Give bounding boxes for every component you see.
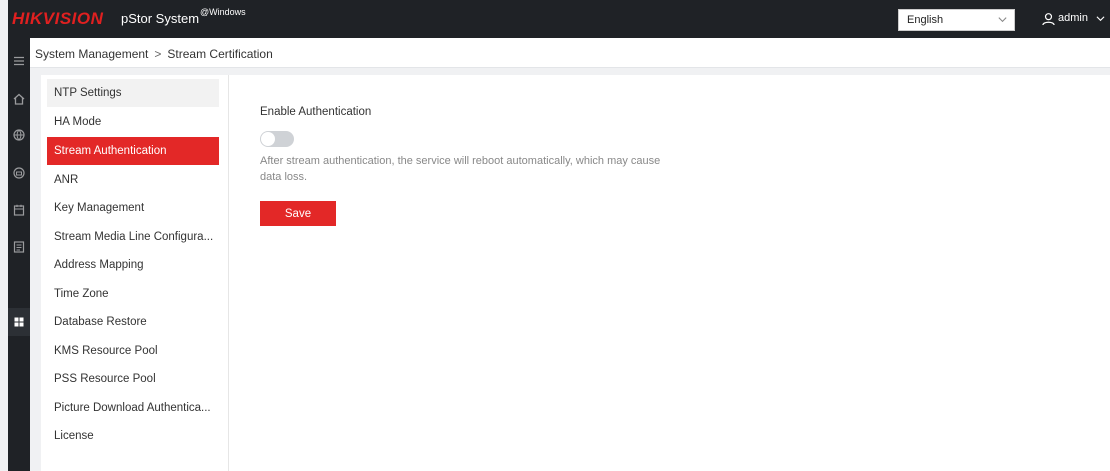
chevron-down-icon bbox=[998, 17, 1007, 23]
calendar-icon[interactable] bbox=[12, 203, 26, 217]
language-value: English bbox=[907, 14, 944, 26]
printer-icon[interactable] bbox=[12, 166, 26, 180]
reboot-warning-text: After stream authentication, the service… bbox=[260, 155, 661, 183]
globe-icon[interactable] bbox=[12, 128, 26, 142]
side-nav bbox=[8, 38, 30, 471]
user-name: admin bbox=[1058, 12, 1088, 24]
menu-item-stream-authentication[interactable]: Stream Authentication bbox=[47, 137, 219, 165]
language-select[interactable]: English bbox=[898, 9, 1015, 31]
app-title: pStor System bbox=[121, 11, 200, 26]
brand-logo: HIKVISION bbox=[12, 9, 104, 28]
app-subtitle: @Windows bbox=[200, 7, 246, 17]
breadcrumb: System Management > Stream Certification bbox=[30, 38, 1110, 68]
enable-authentication-toggle[interactable] bbox=[260, 131, 294, 147]
menu-item-database-restore[interactable]: Database Restore bbox=[47, 308, 219, 336]
list-icon[interactable] bbox=[12, 240, 26, 254]
home-icon[interactable] bbox=[12, 92, 26, 106]
grid-icon[interactable] bbox=[12, 315, 26, 329]
breadcrumb-parent[interactable]: System Management bbox=[35, 47, 148, 61]
breadcrumb-current: Stream Certification bbox=[167, 47, 273, 61]
menu-item-picture-download-auth[interactable]: Picture Download Authentica... bbox=[47, 394, 219, 422]
user-icon bbox=[1042, 13, 1055, 26]
menu-item-anr[interactable]: ANR bbox=[47, 166, 219, 194]
menu-item-address-mapping[interactable]: Address Mapping bbox=[47, 251, 219, 279]
save-button[interactable]: Save bbox=[260, 201, 336, 226]
top-bar: HIKVISION pStor System @Windows English … bbox=[8, 0, 1110, 38]
content-panel: Enable Authentication After stream authe… bbox=[229, 75, 1110, 471]
menu-item-ha-mode[interactable]: HA Mode bbox=[47, 108, 219, 136]
menu-item-ntp-settings[interactable]: NTP Settings bbox=[47, 79, 219, 107]
menu-icon[interactable] bbox=[12, 54, 26, 68]
enable-authentication-label: Enable Authentication bbox=[260, 106, 372, 118]
menu-item-kms-resource-pool[interactable]: KMS Resource Pool bbox=[47, 337, 219, 365]
menu-item-stream-media-line[interactable]: Stream Media Line Configura... bbox=[47, 223, 219, 251]
menu-item-pss-resource-pool[interactable]: PSS Resource Pool bbox=[47, 365, 219, 393]
menu-item-time-zone[interactable]: Time Zone bbox=[47, 280, 219, 308]
breadcrumb-separator: > bbox=[154, 47, 162, 61]
toggle-knob bbox=[261, 132, 275, 146]
settings-menu: NTP Settings HA Mode Stream Authenticati… bbox=[41, 75, 229, 471]
chevron-down-icon bbox=[1096, 16, 1105, 22]
menu-item-key-management[interactable]: Key Management bbox=[47, 194, 219, 222]
menu-item-license[interactable]: License bbox=[47, 422, 219, 450]
